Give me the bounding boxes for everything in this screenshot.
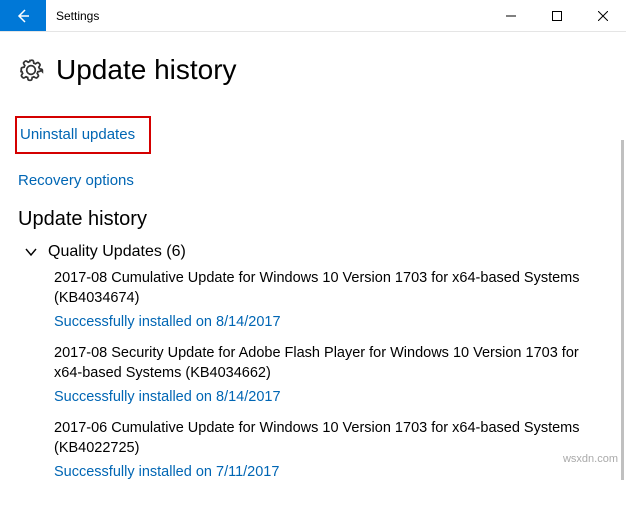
section-title: Update history (18, 208, 606, 231)
close-button[interactable] (580, 0, 626, 31)
maximize-icon (552, 11, 562, 21)
content-area: Update history Uninstall updates Recover… (0, 32, 626, 527)
minimize-icon (506, 11, 516, 21)
maximize-button[interactable] (534, 0, 580, 31)
group-label: Quality Updates (6) (48, 243, 186, 261)
update-status[interactable]: Successfully installed on 8/14/2017 (54, 389, 586, 405)
window-controls (488, 0, 626, 31)
back-button[interactable] (0, 0, 46, 31)
window-title: Settings (46, 0, 488, 31)
update-item: 2017-06 Cumulative Update for Windows 10… (54, 419, 606, 480)
scrollbar[interactable] (621, 140, 624, 480)
update-status[interactable]: Successfully installed on 7/11/2017 (54, 464, 586, 480)
highlight-annotation: Uninstall updates (15, 116, 151, 154)
update-list: 2017-08 Cumulative Update for Windows 10… (18, 269, 606, 480)
close-icon (598, 11, 608, 21)
chevron-down-icon (24, 245, 38, 259)
page-header: Update history (18, 54, 606, 86)
update-name: 2017-08 Security Update for Adobe Flash … (54, 344, 586, 383)
gear-icon (18, 57, 44, 83)
update-item: 2017-08 Security Update for Adobe Flash … (54, 344, 606, 405)
page-title: Update history (56, 54, 237, 86)
arrow-left-icon (15, 8, 31, 24)
title-bar: Settings (0, 0, 626, 32)
minimize-button[interactable] (488, 0, 534, 31)
update-item: 2017-08 Cumulative Update for Windows 10… (54, 269, 606, 330)
update-name: 2017-08 Cumulative Update for Windows 10… (54, 269, 586, 308)
recovery-options-link[interactable]: Recovery options (18, 172, 134, 189)
update-status[interactable]: Successfully installed on 8/14/2017 (54, 314, 586, 330)
update-name: 2017-06 Cumulative Update for Windows 10… (54, 419, 586, 458)
uninstall-updates-link[interactable]: Uninstall updates (20, 126, 135, 143)
watermark: wsxdn.com (563, 453, 618, 465)
quality-updates-group[interactable]: Quality Updates (6) (18, 239, 606, 269)
